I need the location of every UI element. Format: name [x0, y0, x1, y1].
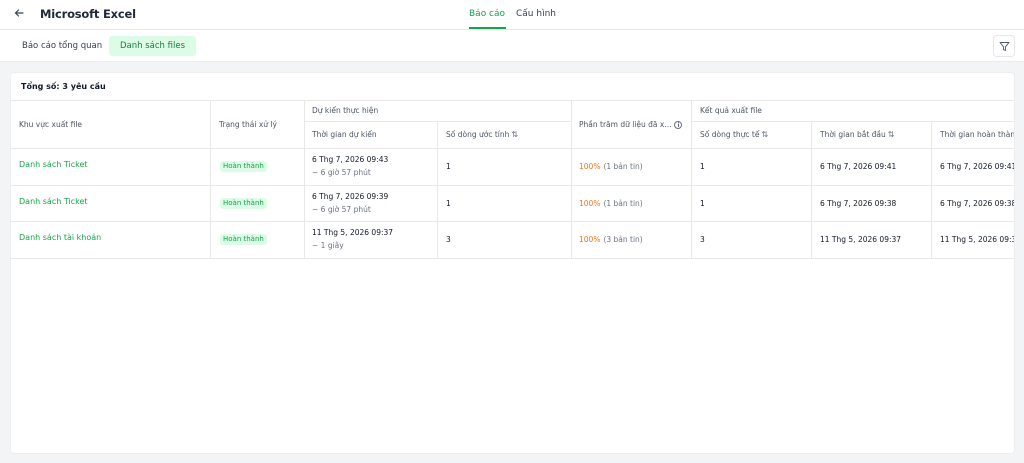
header-estimated-rows: Số dòng ước tính: [446, 130, 510, 139]
expected-duration: ~ 1 giây: [312, 241, 344, 250]
header-percent-cell: Phần trăm dữ liệu đã x... i: [579, 120, 683, 129]
tab-bao-cao[interactable]: Báo cáo: [469, 9, 505, 19]
subtab-danh-sach-files[interactable]: Danh sách files: [109, 36, 197, 56]
header-percent: Phần trăm dữ liệu đã x...: [579, 120, 672, 129]
arrow-left-icon[interactable]: [13, 7, 27, 21]
percent-cell: 100% (1 bản tin): [579, 162, 643, 171]
percent-value: 100%: [579, 162, 601, 171]
info-icon[interactable]: i: [674, 121, 683, 129]
filter-button[interactable]: [993, 35, 1015, 57]
actual-rows: 3: [700, 235, 705, 244]
percent-value: 100%: [579, 199, 601, 208]
status-badge: Hoàn thành: [220, 161, 267, 172]
header-end-time: Thời gian hoàn thàn: [940, 130, 1014, 139]
estimated-rows: 3: [446, 235, 451, 244]
percent-cell: 100% (1 bản tin): [579, 199, 643, 208]
percent-cell: 100% (3 bản tin): [579, 235, 643, 244]
active-tab-indicator: [469, 27, 506, 29]
area-link[interactable]: Danh sách Ticket: [19, 160, 88, 169]
subtab-bao-cao-tong-quan[interactable]: Báo cáo tổng quan: [11, 36, 113, 56]
expected-time: 6 Thg 7, 2026 09:43: [312, 155, 389, 164]
actual-rows: 1: [700, 162, 705, 171]
filter-icon: [999, 42, 1010, 51]
sub-nav: Báo cáo tổng quan Danh sách files: [0, 30, 1024, 62]
sort-icon[interactable]: ⇅: [762, 130, 769, 139]
header-area: Khu vực xuất file: [19, 120, 83, 129]
expected-duration: ~ 6 giờ 57 phút: [312, 168, 371, 177]
header-status: Trạng thái xử lý: [219, 120, 277, 129]
header-expected-time: Thời gian dự kiến: [312, 130, 377, 139]
sort-icon[interactable]: ⇅: [888, 130, 895, 139]
status-badge: Hoàn thành: [220, 234, 267, 245]
page-title: Microsoft Excel: [40, 7, 136, 21]
header-start-time-cell[interactable]: Thời gian bắt đầu ⇅: [820, 130, 894, 139]
sort-icon[interactable]: ⇅: [511, 130, 518, 139]
expected-time: 11 Thg 5, 2026 09:37: [312, 228, 394, 237]
total-count: Tổng số: 3 yêu cầu: [21, 82, 106, 91]
header-actual-rows-cell[interactable]: Số dòng thực tế ⇅: [700, 130, 768, 139]
tab-cau-hinh[interactable]: Cấu hình: [516, 9, 556, 19]
percent-value: 100%: [579, 235, 601, 244]
start-time: 11 Thg 5, 2026 09:37: [820, 235, 902, 244]
area-link[interactable]: Danh sách tài khoản: [19, 233, 101, 242]
end-time: 11 Thg 5, 2026 09:37: [940, 235, 1014, 244]
expected-duration: ~ 6 giờ 57 phút: [312, 205, 371, 214]
actual-rows: 1: [700, 199, 705, 208]
end-time: 6 Thg 7, 2026 09:41: [940, 162, 1014, 171]
percent-note: (1 bản tin): [603, 162, 643, 171]
expected-time: 6 Thg 7, 2026 09:39: [312, 192, 389, 201]
header-actual-rows: Số dòng thực tế: [700, 130, 760, 139]
header-expected-group: Dự kiến thực hiện: [312, 106, 379, 115]
header-result-group: Kết quả xuất file: [700, 106, 762, 115]
status-badge: Hoàn thành: [220, 198, 267, 209]
export-list-card: Tổng số: 3 yêu cầu Khu vực xuất file Trạ…: [11, 73, 1014, 453]
export-table: Khu vực xuất file Trạng thái xử lý Dự ki…: [11, 100, 1014, 259]
estimated-rows: 1: [446, 162, 451, 171]
start-time: 6 Thg 7, 2026 09:41: [820, 162, 897, 171]
percent-note: (1 bản tin): [603, 199, 643, 208]
top-bar: Microsoft Excel Báo cáo Cấu hình: [0, 0, 1024, 30]
start-time: 6 Thg 7, 2026 09:38: [820, 199, 897, 208]
header-start-time: Thời gian bắt đầu: [820, 130, 886, 139]
end-time: 6 Thg 7, 2026 09:38: [940, 199, 1014, 208]
percent-note: (3 bản tin): [603, 235, 643, 244]
estimated-rows: 1: [446, 199, 451, 208]
area-link[interactable]: Danh sách Ticket: [19, 197, 88, 206]
header-estimated-rows-cell[interactable]: Số dòng ước tính ⇅: [446, 130, 518, 139]
